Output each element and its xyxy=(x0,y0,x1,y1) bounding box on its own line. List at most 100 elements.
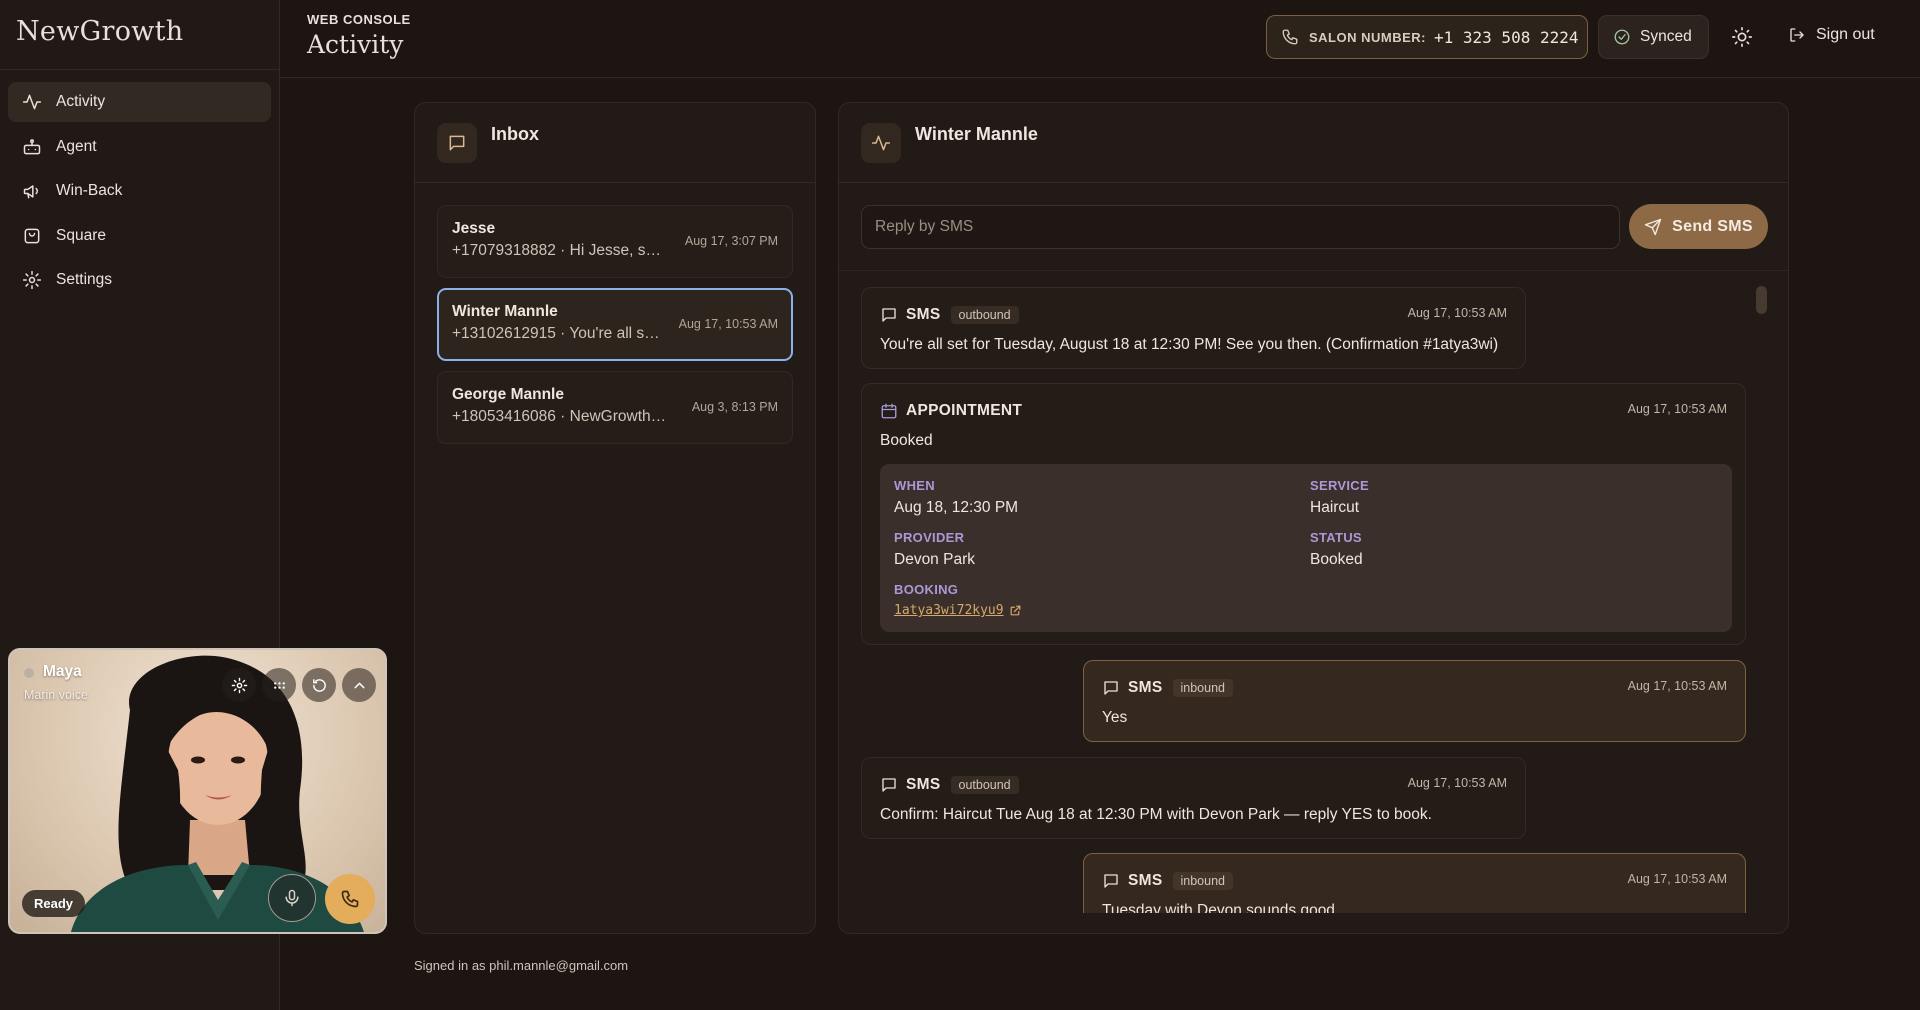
widget-collapse-button[interactable] xyxy=(342,668,376,702)
message-time: Aug 17, 10:53 AM xyxy=(1407,306,1507,320)
status-label: STATUS xyxy=(1310,530,1362,545)
sidebar-item-win-back[interactable]: Win-Back xyxy=(8,171,271,211)
widget-keypad-button[interactable] xyxy=(262,668,296,702)
widget-settings-button[interactable] xyxy=(222,668,256,702)
send-sms-button[interactable]: Send SMS xyxy=(1629,204,1768,249)
sidebar-item-label: Win-Back xyxy=(56,182,123,199)
contact-name: Winter Mannle xyxy=(915,124,1038,144)
brand-logo[interactable]: NewGrowth xyxy=(0,0,279,70)
when-label: WHEN xyxy=(894,478,935,493)
page-title: Activity xyxy=(307,30,404,59)
message-time: Aug 17, 10:53 AM xyxy=(1407,776,1507,790)
call-button[interactable] xyxy=(325,874,375,924)
booking-label: BOOKING xyxy=(894,582,959,597)
salon-number: +1 323 508 2224 xyxy=(1434,27,1579,47)
activity-icon xyxy=(22,92,42,112)
agent-status-badge: Ready xyxy=(22,890,86,917)
message-card-inbound: SMS inbound Aug 17, 10:53 AM Tuesday wit… xyxy=(1083,853,1746,913)
conversation-item-jesse[interactable]: Jesse +17079318882 · Hi Jesse, sorry for… xyxy=(437,205,793,278)
sidebar-item-label: Square xyxy=(56,226,106,244)
sidebar-item-label: Settings xyxy=(56,271,113,288)
appointment-time: Aug 17, 10:53 AM xyxy=(1627,402,1727,416)
sidebar-item-activity[interactable]: Activity xyxy=(8,82,271,122)
widget-reset-button[interactable] xyxy=(302,668,336,702)
calendar-icon xyxy=(880,402,898,420)
message-card-outbound: SMS outbound Aug 17, 10:53 AM You're all… xyxy=(861,287,1526,369)
salon-number-badge[interactable]: SALON NUMBER: +1 323 508 2224 xyxy=(1266,15,1588,59)
message-time: Aug 17, 10:53 AM xyxy=(1627,872,1727,886)
message-text: Confirm: Haircut Tue Aug 18 at 12:30 PM … xyxy=(880,806,1432,823)
microphone-icon xyxy=(285,889,299,907)
inbox-title: Inbox xyxy=(491,124,539,144)
conversation-preview: +13102612915 · You're all set for Tuesda… xyxy=(452,325,668,342)
booking-link[interactable]: 1atya3wi72kyu9 xyxy=(894,603,1022,618)
direction-badge: outbound xyxy=(950,776,1019,794)
provider-label: PROVIDER xyxy=(894,530,965,545)
phone-icon xyxy=(1281,28,1299,46)
conversation-item-winter-mannle[interactable]: Winter Mannle +13102612915 · You're all … xyxy=(437,288,793,361)
external-link-icon xyxy=(1009,604,1022,617)
inbox-header: Inbox xyxy=(415,103,815,183)
message-feed[interactable]: SMS outbound Aug 17, 10:53 AM You're all… xyxy=(861,287,1768,913)
appointment-card: APPOINTMENT Aug 17, 10:53 AM Booked WHEN… xyxy=(861,383,1746,645)
appointment-type: APPOINTMENT xyxy=(906,402,1023,419)
message-card-outbound: SMS outbound Aug 17, 10:53 AM Confirm: H… xyxy=(861,757,1526,839)
sun-icon xyxy=(1732,27,1752,47)
console-label: WEB CONSOLE xyxy=(307,12,411,27)
message-type: SMS xyxy=(906,776,941,793)
message-square-icon xyxy=(880,776,898,794)
message-square-icon xyxy=(437,123,477,163)
conversation-time: Aug 3, 8:13 PM xyxy=(691,400,778,414)
when-value: Aug 18, 12:30 PM xyxy=(894,499,1019,516)
send-icon xyxy=(1644,218,1662,236)
conversation-item-george-mannle[interactable]: George Mannle +18053416086 · NewGrowth S… xyxy=(437,371,793,444)
agent-voice: Marin voice xyxy=(24,688,88,702)
agent-name: Maya xyxy=(43,663,82,680)
appointment-details: WHEN Aug 18, 12:30 PM SERVICE Haircut PR… xyxy=(880,464,1732,632)
top-bar: WEB CONSOLE Activity SALON NUMBER: +1 32… xyxy=(280,0,1920,78)
direction-badge: outbound xyxy=(950,306,1019,324)
message-text: Yes xyxy=(1102,709,1128,726)
message-time: Aug 17, 10:53 AM xyxy=(1627,679,1727,693)
sidebar-item-settings[interactable]: Settings xyxy=(8,260,271,300)
agent-video-widget[interactable]: Maya Marin voice Ready xyxy=(8,648,387,934)
message-text: You're all set for Tuesday, August 18 at… xyxy=(880,336,1499,353)
message-square-icon xyxy=(1102,872,1120,890)
message-type: SMS xyxy=(1128,872,1163,889)
detail-header: Winter Mannle xyxy=(839,103,1788,183)
sidebar-item-label: Agent xyxy=(56,137,97,155)
sync-status-button[interactable]: Synced xyxy=(1598,15,1709,59)
direction-badge: inbound xyxy=(1172,679,1233,697)
conversation-list: Jesse +17079318882 · Hi Jesse, sorry for… xyxy=(415,183,815,444)
message-text: Tuesday with Devon sounds good xyxy=(1102,902,1335,913)
microphone-button[interactable] xyxy=(268,874,316,922)
status-value: Booked xyxy=(1310,551,1363,568)
conversation-preview: +18053416086 · NewGrowth Salon here xyxy=(452,408,668,425)
reply-row: Send SMS xyxy=(839,183,1788,271)
conversation-time: Aug 17, 3:07 PM xyxy=(684,234,778,248)
reply-sms-input[interactable] xyxy=(861,205,1620,249)
send-sms-label: Send SMS xyxy=(1672,217,1753,235)
sidebar-item-agent[interactable]: Agent xyxy=(8,127,271,167)
service-value: Haircut xyxy=(1310,499,1360,516)
sync-status-label: Synced xyxy=(1640,28,1692,45)
agent-status-dot xyxy=(24,668,34,678)
sign-out-icon xyxy=(1788,26,1806,44)
sidebar-nav: Activity Agent Win-Back Square Settings xyxy=(0,70,279,317)
feed-scrollbar[interactable] xyxy=(1756,286,1767,314)
signed-in-note: Signed in as phil.mannle@gmail.com xyxy=(414,958,629,973)
sign-out-label: Sign out xyxy=(1816,26,1875,43)
inbox-panel: Inbox Jesse +17079318882 · Hi Jesse, sor… xyxy=(414,102,816,934)
megaphone-icon xyxy=(22,181,42,201)
theme-toggle-button[interactable] xyxy=(1731,26,1753,48)
grid-icon xyxy=(273,681,285,689)
sidebar-item-square[interactable]: Square xyxy=(8,216,271,256)
sidebar-item-label: Activity xyxy=(56,93,106,110)
message-square-icon xyxy=(1102,679,1120,697)
service-label: SERVICE xyxy=(1310,478,1369,493)
message-type: SMS xyxy=(1128,679,1163,696)
message-card-inbound: SMS inbound Aug 17, 10:53 AM Yes xyxy=(1083,660,1746,742)
sign-out-button[interactable]: Sign out xyxy=(1788,26,1875,44)
appointment-status-text: Booked xyxy=(880,432,933,449)
conversation-time: Aug 17, 10:53 AM xyxy=(678,317,778,331)
